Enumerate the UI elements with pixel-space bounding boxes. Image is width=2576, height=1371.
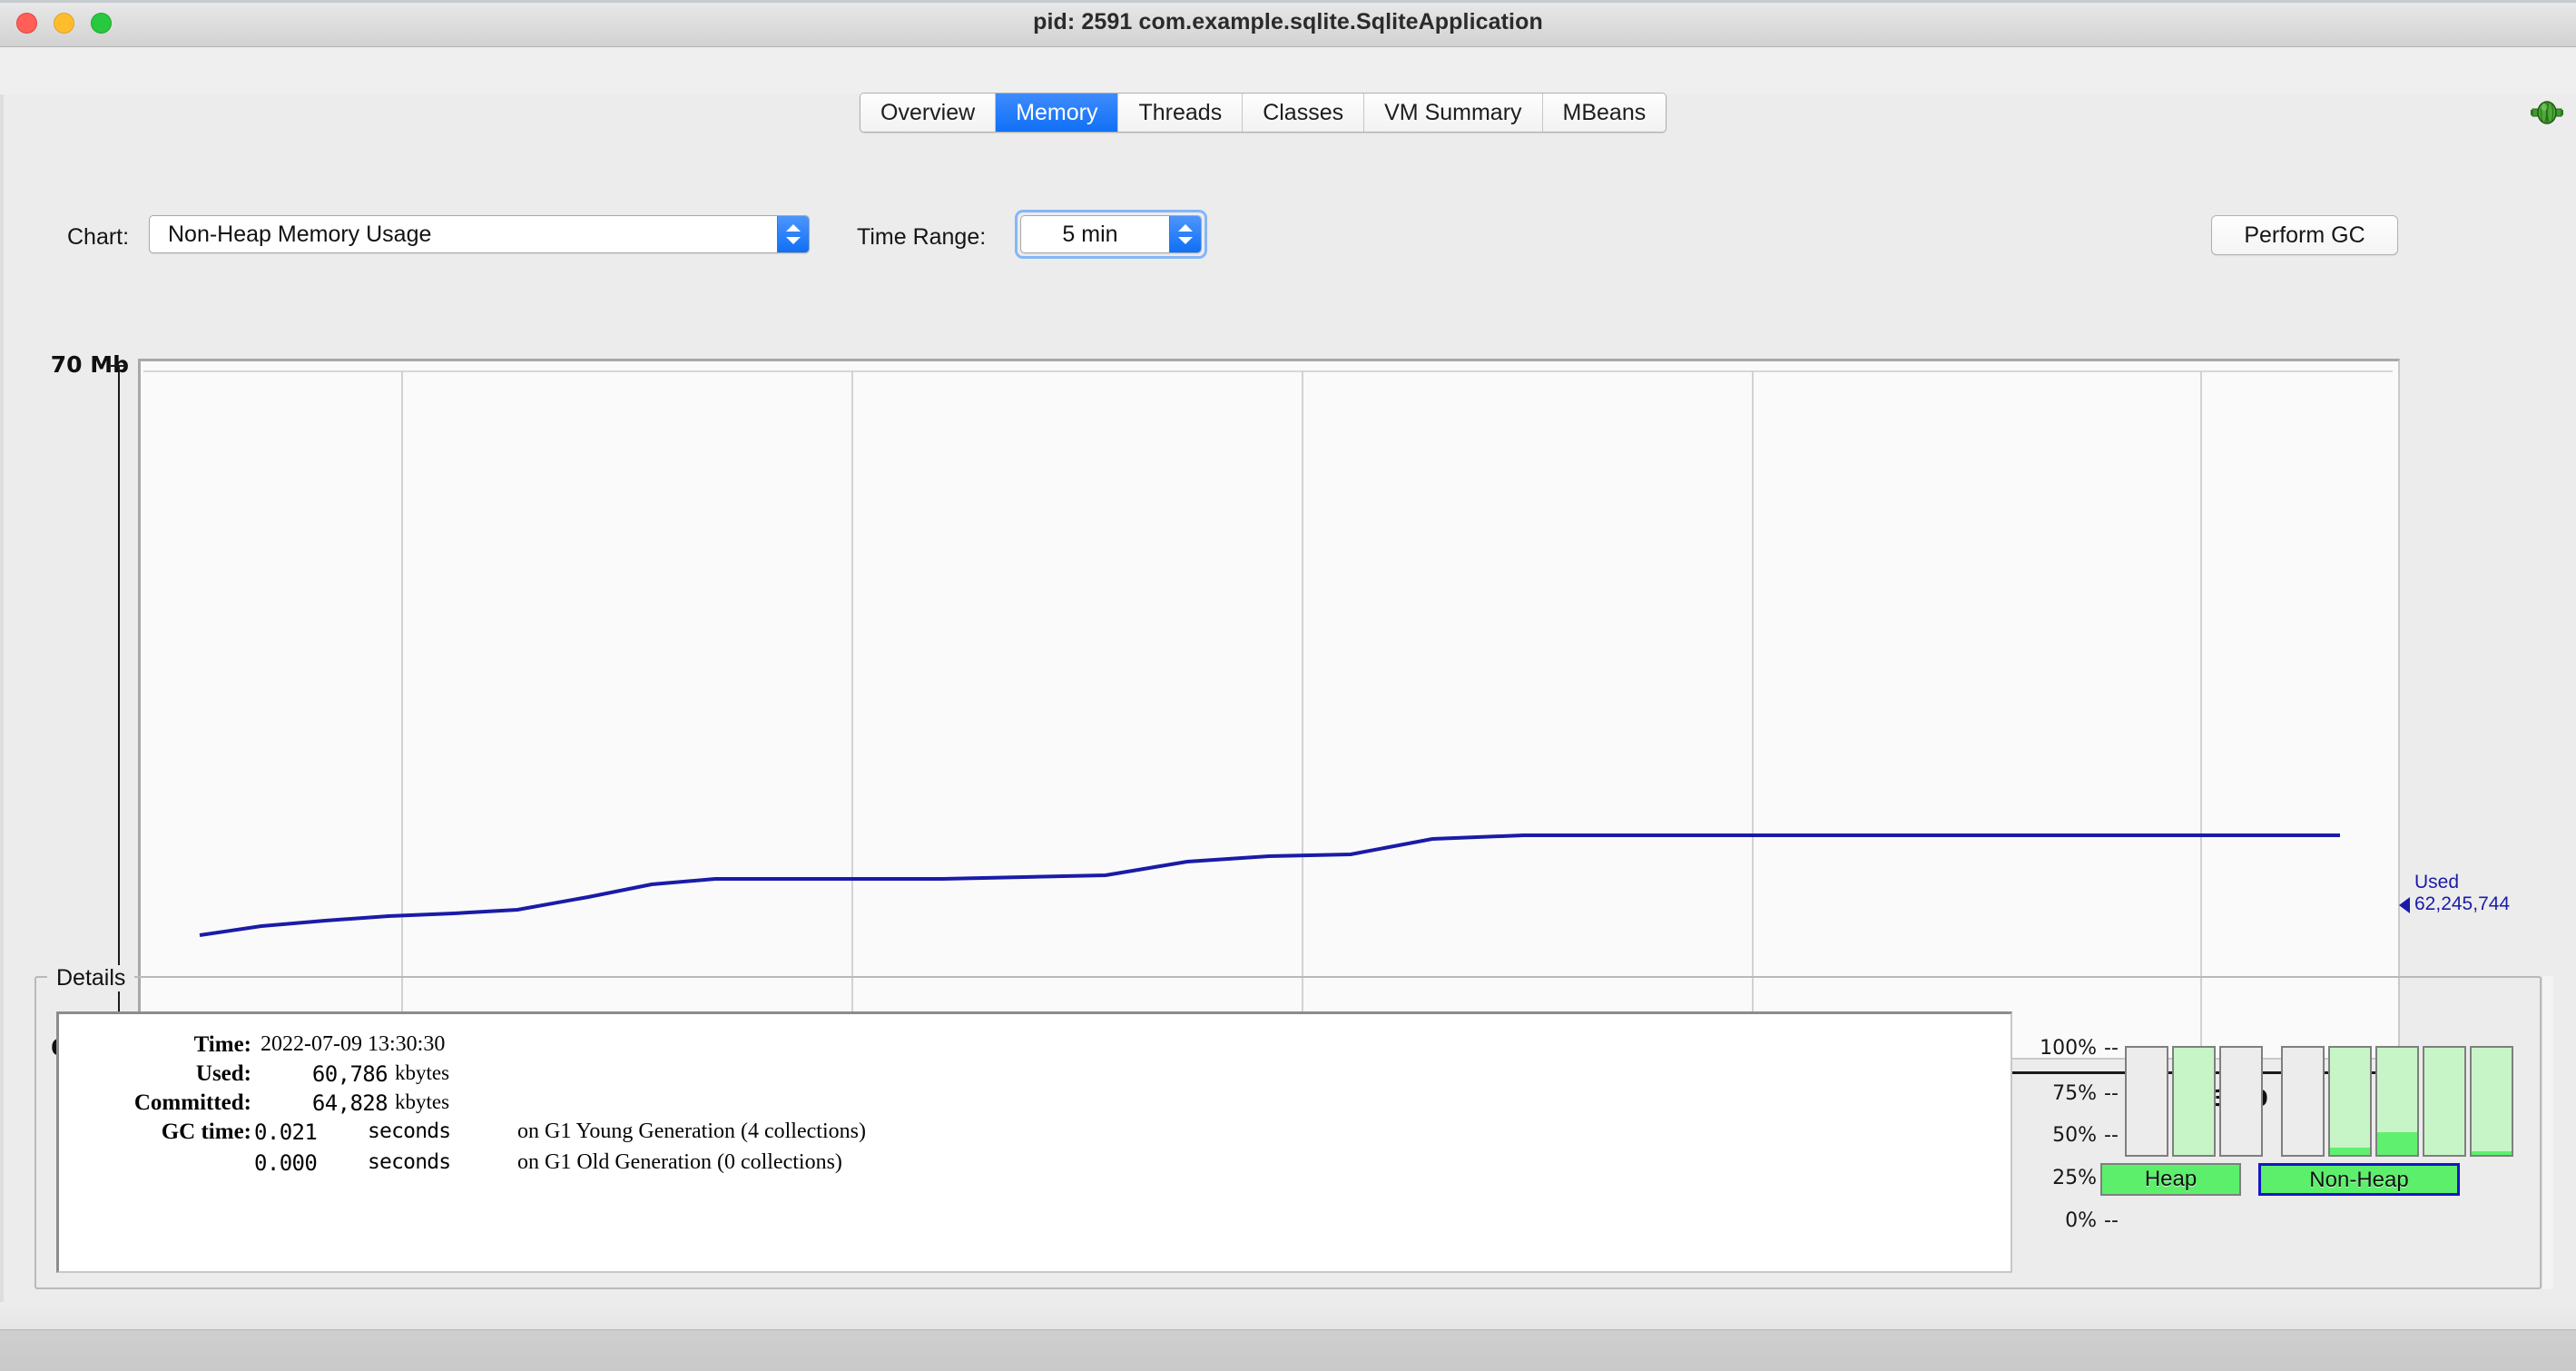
memory-chart: 70 Mb 60 Mb Used 62,245,744 13:26 13:27 … — [0, 173, 2576, 1111]
details-scrollbar[interactable] — [2542, 976, 2553, 1289]
details-gc-seconds-value: 0.021 — [254, 1119, 318, 1145]
pool-bar-nonheap-3[interactable] — [2375, 1046, 2419, 1157]
pool-axis-label: 25% — [2052, 1167, 2097, 1189]
details-row-gctime-young: GC time: 0.021 seconds on G1 Young Gener… — [59, 1119, 2011, 1148]
details-unit: kbytes — [395, 1061, 450, 1084]
pool-bar-nonheap-5[interactable] — [2470, 1046, 2513, 1157]
details-value: 2022-07-09 13:30:30 — [261, 1032, 446, 1056]
details-key: Time: — [193, 1032, 251, 1057]
pool-bar-used-fill — [2330, 1147, 2370, 1155]
details-key: Committed: — [133, 1090, 251, 1115]
pool-bar-used-fill — [2377, 1132, 2417, 1155]
details-number: 64,828 — [311, 1090, 388, 1116]
legend-series-value: 62,245,744 — [2414, 893, 2511, 914]
used-series-line — [199, 833, 2340, 937]
details-group-label: Details — [47, 965, 135, 991]
pool-bar-nonheap-4[interactable] — [2423, 1046, 2466, 1157]
details-unit: kbytes — [395, 1090, 450, 1113]
pool-bar-committed-fill — [2424, 1048, 2464, 1155]
legend-series-name: Used — [2414, 872, 2460, 893]
pool-bar-heap-2[interactable] — [2172, 1046, 2216, 1157]
details-row-committed: Committed: 64,828 kbytes — [59, 1090, 2011, 1119]
pool-axis-label: 50% — [2052, 1124, 2097, 1147]
window-title: pid: 2591 com.example.sqlite.SqliteAppli… — [1033, 9, 1543, 35]
pool-axis-dash: -- — [2104, 1037, 2119, 1060]
details-text-panel[interactable]: Time: 2022-07-09 13:30:30 Used: 60,786 k… — [56, 1011, 2012, 1273]
pool-bar-heap-1[interactable] — [2125, 1046, 2168, 1157]
window-bottom-pad — [0, 1302, 2576, 1329]
details-row-time: Time: 2022-07-09 13:30:30 — [59, 1032, 2011, 1060]
details-gc-generation: on G1 Old Generation (0 collections) — [517, 1150, 842, 1174]
pool-bar-committed-fill — [2174, 1048, 2214, 1155]
y-axis-tick-top — [111, 365, 127, 367]
jconsole-window: pid: 2591 com.example.sqlite.SqliteAppli… — [0, 0, 2576, 1371]
y-axis-line — [118, 365, 120, 1050]
details-row-used: Used: 60,786 kbytes — [59, 1061, 2011, 1090]
titlebar-top-line — [0, 0, 2576, 3]
details-number: 60,786 — [311, 1061, 388, 1087]
pool-bar-heap-3[interactable] — [2219, 1046, 2263, 1157]
details-gc-seconds-value: 0.000 — [254, 1150, 318, 1176]
pool-axis-dash: -- — [2104, 1209, 2119, 1232]
details-key: Used: — [195, 1061, 251, 1086]
chart-legend: Used 62,245,744 — [2414, 872, 2510, 915]
window-bottom-bar — [0, 1329, 2576, 1371]
pool-axis-dash: -- — [2104, 1124, 2119, 1147]
pool-axis-dash: -- — [2104, 1082, 2119, 1105]
legend-pointer-icon — [2399, 897, 2410, 913]
details-gc-seconds-unit: seconds — [368, 1119, 451, 1143]
title-bar: pid: 2591 com.example.sqlite.SqliteAppli… — [0, 0, 2576, 47]
pool-bar-nonheap-2[interactable] — [2328, 1046, 2372, 1157]
pool-axis-label: 75% — [2052, 1082, 2097, 1105]
pool-bar-committed-fill — [2472, 1048, 2512, 1155]
details-row-gctime-old: 0.000 seconds on G1 Old Generation (0 co… — [59, 1150, 2011, 1179]
heap-toggle-button[interactable]: Heap — [2100, 1163, 2241, 1196]
pool-axis-label: 0% — [2065, 1209, 2097, 1232]
non-heap-toggle-button[interactable]: Non-Heap — [2258, 1163, 2460, 1196]
details-key: GC time: — [161, 1119, 251, 1144]
chart-controls: Chart: Non-Heap Memory Usage Time Range:… — [0, 94, 2576, 259]
details-gc-generation: on G1 Young Generation (4 collections) — [517, 1119, 866, 1143]
pool-bar-nonheap-1[interactable] — [2281, 1046, 2325, 1157]
pool-bar-committed-fill — [2330, 1048, 2370, 1155]
pool-bar-used-fill — [2472, 1151, 2512, 1155]
tab-bar: Overview Memory Threads Classes VM Summa… — [0, 47, 2576, 133]
pool-axis-label: 100% — [2040, 1037, 2097, 1060]
details-gc-seconds-unit: seconds — [368, 1150, 451, 1174]
